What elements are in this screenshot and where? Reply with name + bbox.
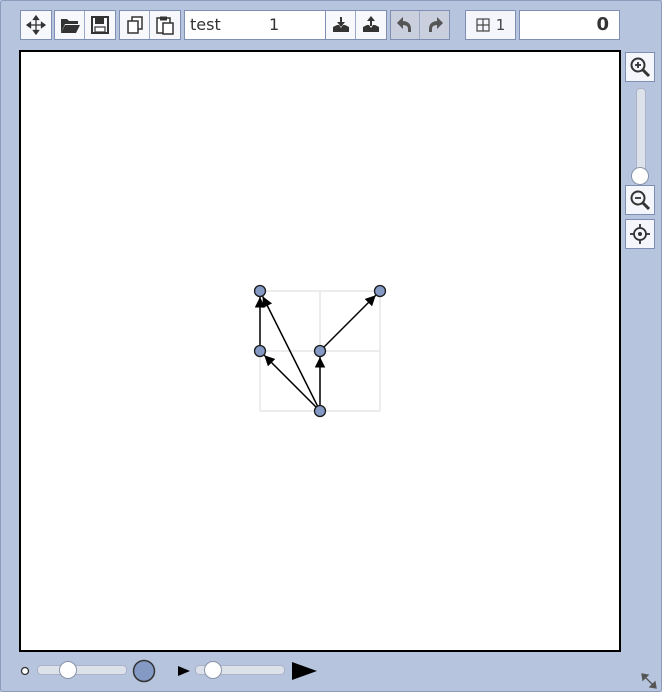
paste-button[interactable] xyxy=(150,11,180,39)
grid-size-label: 1 xyxy=(495,16,506,34)
grid-toggle[interactable]: 1 xyxy=(465,10,516,40)
graph-node[interactable] xyxy=(313,344,327,358)
undo-icon xyxy=(397,17,411,32)
download-button[interactable] xyxy=(326,11,356,39)
graph-node[interactable] xyxy=(253,284,267,298)
large-arrow-icon xyxy=(292,662,317,680)
redo-icon xyxy=(428,17,443,32)
graph-index-field[interactable]: 1 xyxy=(264,10,326,40)
paste-icon xyxy=(156,16,174,35)
target-icon xyxy=(630,224,650,244)
small-arrow-icon xyxy=(178,666,190,676)
graph-node[interactable] xyxy=(313,404,327,418)
move-icon xyxy=(26,15,46,35)
zoom-slider-track[interactable] xyxy=(636,88,646,176)
zoom-in-icon xyxy=(630,57,651,78)
zoom-out-button[interactable] xyxy=(625,185,655,215)
redo-button[interactable] xyxy=(420,11,449,39)
save-button[interactable] xyxy=(85,11,115,39)
graph-canvas[interactable] xyxy=(19,50,621,652)
file-group xyxy=(54,10,116,40)
small-node-icon xyxy=(20,666,30,676)
score-display: 0 xyxy=(519,10,620,40)
toolbar: test 1 1 0 xyxy=(0,0,662,50)
graph-node[interactable] xyxy=(373,284,387,298)
tray-download-icon xyxy=(332,17,349,32)
graph-edge[interactable] xyxy=(263,354,317,408)
zoom-out-icon xyxy=(630,190,651,211)
large-node-icon xyxy=(132,659,156,683)
open-button[interactable] xyxy=(55,11,85,39)
resize-icon[interactable] xyxy=(640,672,658,690)
history-group xyxy=(390,10,450,40)
undo-button[interactable] xyxy=(391,11,421,39)
upload-button[interactable] xyxy=(356,11,386,39)
move-group xyxy=(20,10,52,40)
copy-icon xyxy=(126,16,143,34)
node-size-slider-handle[interactable] xyxy=(58,661,77,679)
graph-node[interactable] xyxy=(253,344,267,358)
arrow-size-slider-handle[interactable] xyxy=(203,661,222,679)
grid-icon xyxy=(476,18,490,32)
floppy-disk-icon xyxy=(91,16,109,34)
center-view-button[interactable] xyxy=(625,219,655,249)
graph-name-field[interactable]: test xyxy=(184,10,265,40)
copy-button[interactable] xyxy=(120,11,150,39)
tray-upload-icon xyxy=(363,16,379,32)
node-size-slider-track[interactable] xyxy=(37,665,127,675)
io-group xyxy=(325,10,387,40)
move-button[interactable] xyxy=(21,11,51,39)
clipboard-group xyxy=(119,10,181,40)
zoom-in-button[interactable] xyxy=(625,52,655,82)
zoom-slider-handle[interactable] xyxy=(631,167,649,185)
graph-edge[interactable] xyxy=(323,294,377,348)
graph-svg xyxy=(253,284,387,418)
folder-open-icon xyxy=(60,19,80,33)
